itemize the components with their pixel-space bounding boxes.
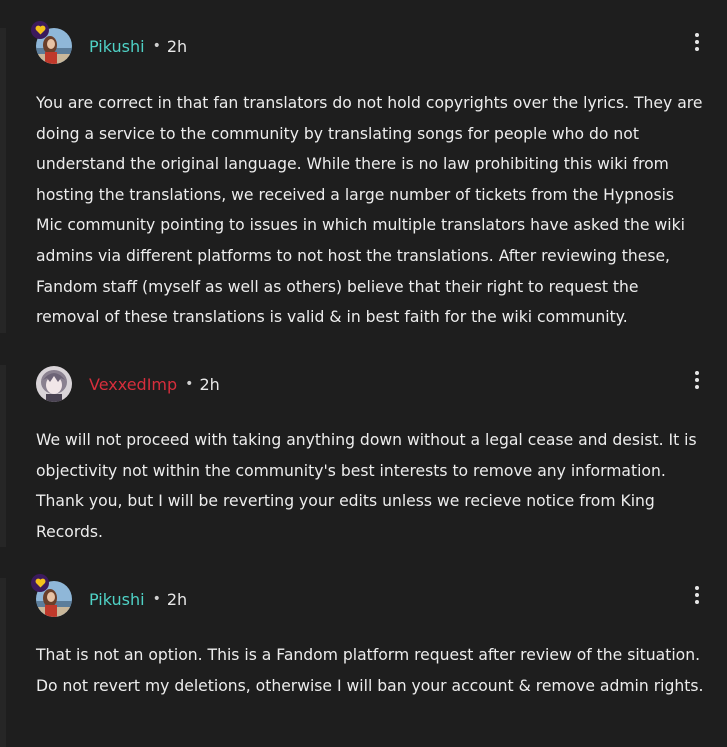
kebab-menu-icon[interactable] <box>686 581 708 609</box>
thread-rail <box>0 578 6 747</box>
thread-rail <box>0 28 6 333</box>
separator-dot: • <box>152 38 161 54</box>
heart-icon <box>35 578 45 588</box>
reply-header: VexxedImp • 2h <box>89 372 220 396</box>
thread-rail <box>0 365 6 547</box>
reply-header: Pikushi • 2h <box>89 587 187 611</box>
username-link[interactable]: Pikushi <box>89 590 145 609</box>
reply-body: That is not an option. This is a Fandom … <box>36 646 704 695</box>
reply-body: We will not proceed with taking anything… <box>36 431 697 541</box>
reply-body: You are correct in that fan translators … <box>36 94 703 327</box>
kebab-menu-icon[interactable] <box>686 366 708 394</box>
username-link[interactable]: Pikushi <box>89 37 145 56</box>
avatar-vexxedimp[interactable] <box>36 366 72 402</box>
timestamp: 2h <box>199 374 220 394</box>
separator-dot: • <box>185 376 194 392</box>
kebab-menu-icon[interactable] <box>686 28 708 56</box>
username-link[interactable]: VexxedImp <box>89 375 177 394</box>
staff-badge <box>31 574 49 592</box>
staff-badge <box>31 21 49 39</box>
timestamp: 2h <box>166 36 188 56</box>
reply-header: Pikushi • 2h <box>89 34 187 58</box>
separator-dot: • <box>152 591 161 607</box>
heart-icon <box>35 25 45 35</box>
timestamp: 2h <box>166 589 188 609</box>
